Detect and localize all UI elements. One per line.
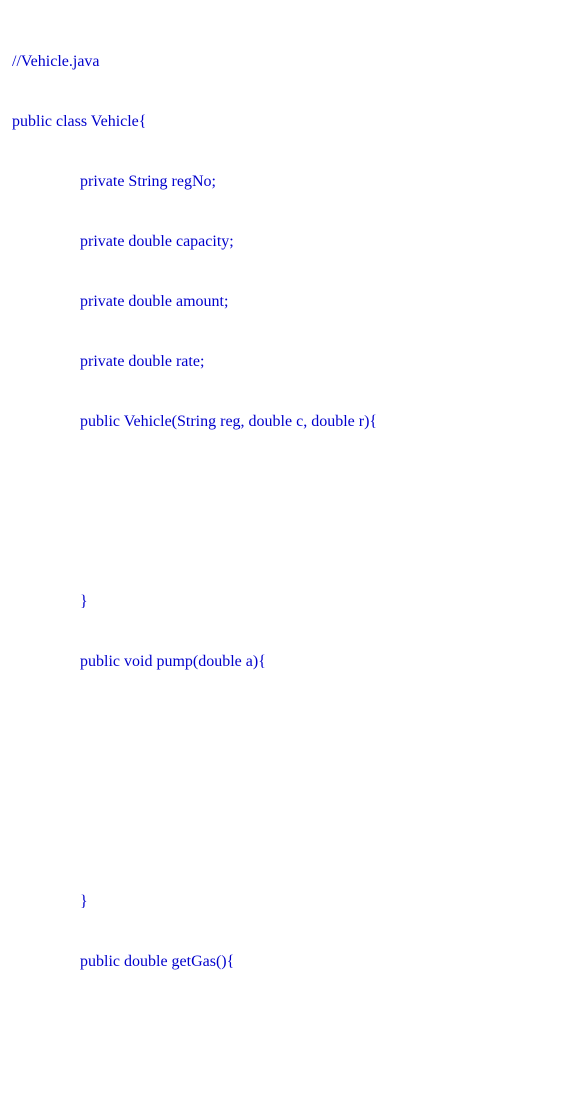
code-line-field: private double amount; bbox=[12, 292, 564, 312]
code-line-blank bbox=[12, 532, 564, 552]
code-line-method: public double getGas(){ bbox=[12, 952, 564, 972]
code-line-blank bbox=[12, 772, 564, 792]
code-line-blank bbox=[12, 1072, 564, 1092]
code-line-field: private double rate; bbox=[12, 352, 564, 372]
code-line-blank bbox=[12, 832, 564, 852]
code-line-method: public void pump(double a){ bbox=[12, 652, 564, 672]
code-line-field: private String regNo; bbox=[12, 172, 564, 192]
code-line-constructor: public Vehicle(String reg, double c, dou… bbox=[12, 412, 564, 432]
code-line-blank bbox=[12, 472, 564, 492]
code-line-field: private double capacity; bbox=[12, 232, 564, 252]
code-block: //Vehicle.java public class Vehicle{ pri… bbox=[12, 12, 564, 1102]
code-line-close-brace: } bbox=[12, 592, 564, 612]
code-line-close-brace: } bbox=[12, 892, 564, 912]
code-line-class-decl: public class Vehicle{ bbox=[12, 112, 564, 132]
code-line-blank bbox=[12, 1012, 564, 1032]
code-line-blank bbox=[12, 712, 564, 732]
code-line-comment: //Vehicle.java bbox=[12, 52, 564, 72]
